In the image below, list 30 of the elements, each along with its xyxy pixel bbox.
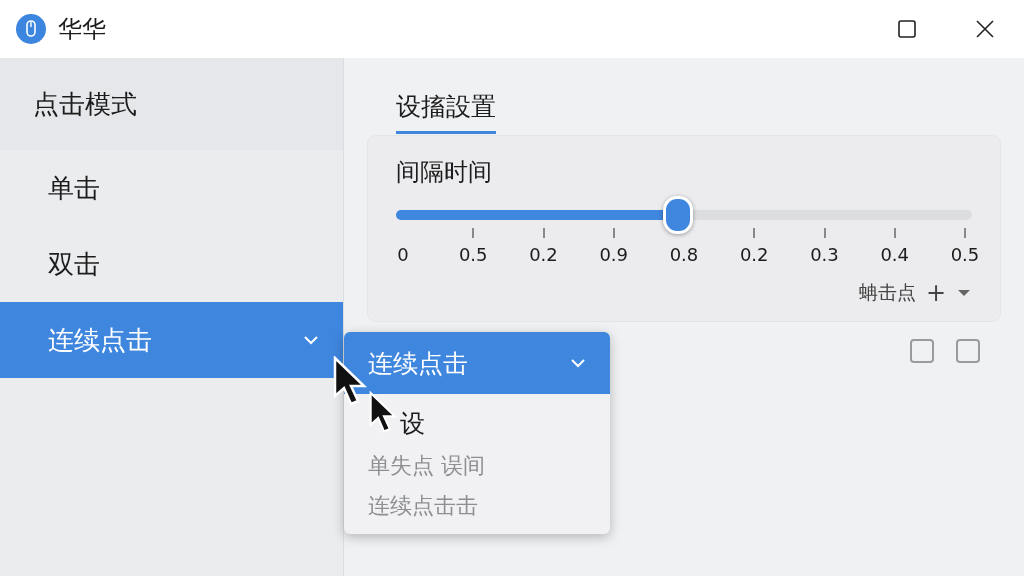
maximize-icon [897,19,917,39]
window-title: 华华 [58,14,106,45]
tick-label: 0 [397,244,409,265]
sidebar-item[interactable]: 单击 [0,150,343,226]
add-button[interactable]: + [925,279,946,307]
close-icon [975,19,995,39]
sidebar-item[interactable]: 双击 [0,226,343,302]
chevron-icon [570,358,586,368]
tick-label: 0.4 [880,244,910,265]
tick-label: 0.5 [458,244,488,265]
slider-thumb[interactable] [663,196,694,234]
checkbox[interactable] [910,339,934,363]
tick-label: 0.2 [529,244,558,265]
mouse-icon [16,14,46,44]
cursor-icon [333,356,369,408]
tick-label: 0.9 [599,244,629,265]
sidebar-title: 点击模式 [33,87,137,121]
dropdown-field[interactable]: 连续点击 [344,332,610,394]
sidebar-item[interactable]: 连续点击 [0,302,343,378]
tick-label: 0.2 [739,244,769,265]
tick-label: 0.8 [669,244,699,265]
caret-icon[interactable] [956,288,972,298]
tick-label: 0.5 [950,244,980,265]
add-point-label: 蚺击点 [858,280,916,305]
slider-label: 间隔时间 [396,157,493,188]
cursor-icon [369,391,399,435]
menu-item[interactable]: 设 [344,400,449,446]
checkbox[interactable] [956,339,980,363]
tick-label: 0.3 [810,244,839,265]
chevron-icon [303,335,319,345]
